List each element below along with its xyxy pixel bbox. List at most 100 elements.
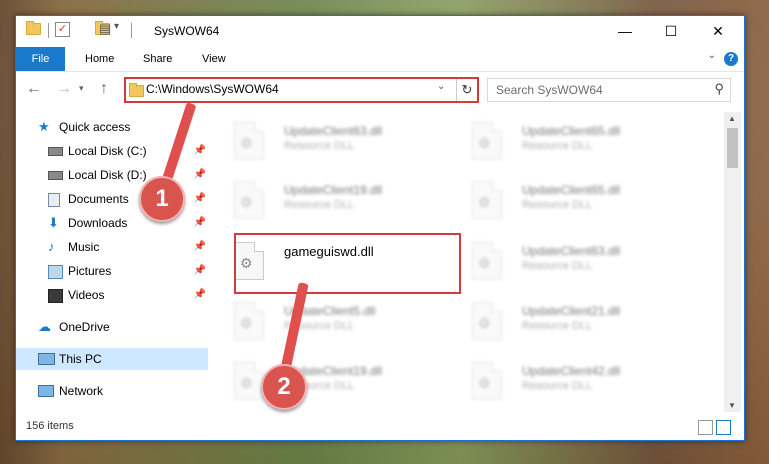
search-input[interactable]: Search SysWOW64 [496,83,603,97]
file-item[interactable]: ⚙ UpdateClient42.dll Resource DLL [458,358,688,410]
recent-locations-icon[interactable]: ▾ [79,83,84,94]
sidebar-item-pictures[interactable]: Pictures 📌 [16,260,208,282]
download-icon: ⬇ [48,215,59,230]
forward-button[interactable]: → [56,80,72,98]
sidebar-item-local-disk-d[interactable]: Local Disk (D:) 📌 [16,164,208,186]
maximize-button[interactable]: ☐ [648,16,694,47]
pin-icon[interactable]: 📌 [194,140,206,162]
sidebar-item-label: Quick access [59,120,131,134]
step-badge-1: 1 [139,176,185,222]
folder-icon [26,21,41,35]
properties-icon[interactable]: ✓ [55,22,70,37]
status-bar: 156 items [16,416,744,438]
file-item[interactable]: ⚙ UpdateClient21.dll Resource DLL [458,298,688,350]
scroll-down-icon[interactable]: ▼ [728,401,736,410]
gear-icon: ⚙ [240,375,253,391]
tab-view[interactable]: View [202,47,226,71]
file-item[interactable]: ⚙ UpdateClient65.dll Resource DLL [458,118,688,170]
search-box[interactable]: Search SysWOW64 ⚲ [487,78,731,102]
gear-icon: ⚙ [478,194,491,210]
minimize-button[interactable]: — [602,16,648,47]
file-name: UpdateClient65.dll [522,183,621,197]
drive-icon [48,147,63,156]
gear-icon: ⚙ [478,255,491,271]
back-button[interactable]: ← [26,80,42,98]
gear-icon: ⚙ [478,315,491,331]
sidebar-item-label: Music [68,240,100,254]
pictures-icon [48,265,63,279]
computer-icon [38,353,55,365]
pin-icon[interactable]: 📌 [194,164,206,186]
file-name: UpdateClient21.dll [522,304,621,318]
address-path[interactable]: C:\Windows\SysWOW64 [146,82,279,96]
search-icon[interactable]: ⚲ [714,81,724,97]
file-item[interactable]: ⚙ UpdateClient65.dll Resource DLL [458,177,688,229]
sidebar-item-label: Documents [68,192,129,206]
pin-icon[interactable]: 📌 [194,188,206,210]
sidebar-item-music[interactable]: ♪ Music 📌 [16,236,208,258]
refresh-button[interactable]: ↻ [456,79,477,101]
gear-icon: ⚙ [240,194,253,210]
documents-icon [48,193,60,207]
network-icon [38,385,54,397]
sidebar-item-network[interactable]: Network [16,380,208,402]
sidebar-item-label: Downloads [68,216,128,230]
file-item[interactable]: ⚙ UpdateClient63.dll Resource DLL [458,238,688,290]
sidebar-item-label: This PC [59,352,102,366]
chevron-down-icon[interactable]: ⌄ [708,50,716,61]
sidebar-item-label: Pictures [68,264,112,278]
pin-icon[interactable]: 📌 [194,260,206,282]
details-view-icon[interactable] [698,420,713,435]
help-icon[interactable]: ? [724,52,738,66]
sidebar-item-downloads[interactable]: ⬇ Downloads 📌 [16,212,208,234]
large-icons-view-icon[interactable] [716,420,731,435]
scroll-thumb[interactable] [727,128,738,168]
quick-access-dropdown-icon[interactable]: ▾ [114,21,119,32]
file-item[interactable]: ⚙ UpdateClient19.dll Resource DLL [220,358,450,410]
pin-icon[interactable]: 📌 [194,236,206,258]
sidebar-item-label: Local Disk (D:) [68,168,147,182]
divider [48,23,49,38]
file-item[interactable]: ⚙ UpdateClient5.dll Resource DLL [220,298,450,350]
file-item[interactable]: ⚙ UpdateClient19.dll Resource DLL [220,177,450,229]
videos-icon [48,289,63,303]
tab-file[interactable]: File [16,47,65,71]
gear-icon: ⚙ [478,375,491,391]
scroll-up-icon[interactable]: ▲ [728,114,736,123]
file-name: UpdateClient63.dll [284,124,383,138]
music-icon: ♪ [48,239,55,254]
explorer-window: ✓ ▤ ▾ SysWOW64 — ☐ ✕ File Home Share Vie… [15,15,745,441]
up-button[interactable]: ↑ [100,80,108,98]
cloud-icon: ☁ [38,319,51,334]
vertical-scrollbar[interactable]: ▲ ▼ [724,112,741,412]
sidebar-item-this-pc[interactable]: This PC [16,348,208,370]
file-type: Resource DLL [522,320,593,332]
address-bar[interactable]: C:\Windows\SysWOW64 ⌄ ↻ [124,77,479,103]
address-dropdown-icon[interactable]: ⌄ [437,81,445,92]
sidebar-item-onedrive[interactable]: ☁ OneDrive [16,316,208,338]
sidebar-item-videos[interactable]: Videos 📌 [16,284,208,306]
sidebar-item-label: Network [59,384,104,398]
pin-icon[interactable]: 📌 [194,284,206,306]
item-count: 156 items [26,420,74,432]
file-name: UpdateClient19.dll [284,183,383,197]
step-badge-2: 2 [261,364,307,410]
highlight-box [234,233,461,294]
file-name: UpdateClient65.dll [522,124,621,138]
file-type: Resource DLL [284,199,355,211]
pin-icon[interactable]: 📌 [194,212,206,234]
file-type: Resource DLL [522,140,593,152]
tab-share[interactable]: Share [143,47,172,71]
file-name: UpdateClient42.dll [522,364,621,378]
gear-icon: ⚙ [478,135,491,151]
sidebar-item-label: OneDrive [59,320,110,334]
gear-icon: ⚙ [240,135,253,151]
folder-icon [129,83,144,97]
close-button[interactable]: ✕ [694,16,742,47]
file-name: UpdateClient63.dll [522,244,621,258]
file-item[interactable]: ⚙ UpdateClient63.dll Resource DLL [220,118,450,170]
customize-icon[interactable]: ▤ [99,21,111,37]
tab-home[interactable]: Home [85,47,114,71]
file-type: Resource DLL [522,260,593,272]
file-type: Resource DLL [522,380,593,392]
